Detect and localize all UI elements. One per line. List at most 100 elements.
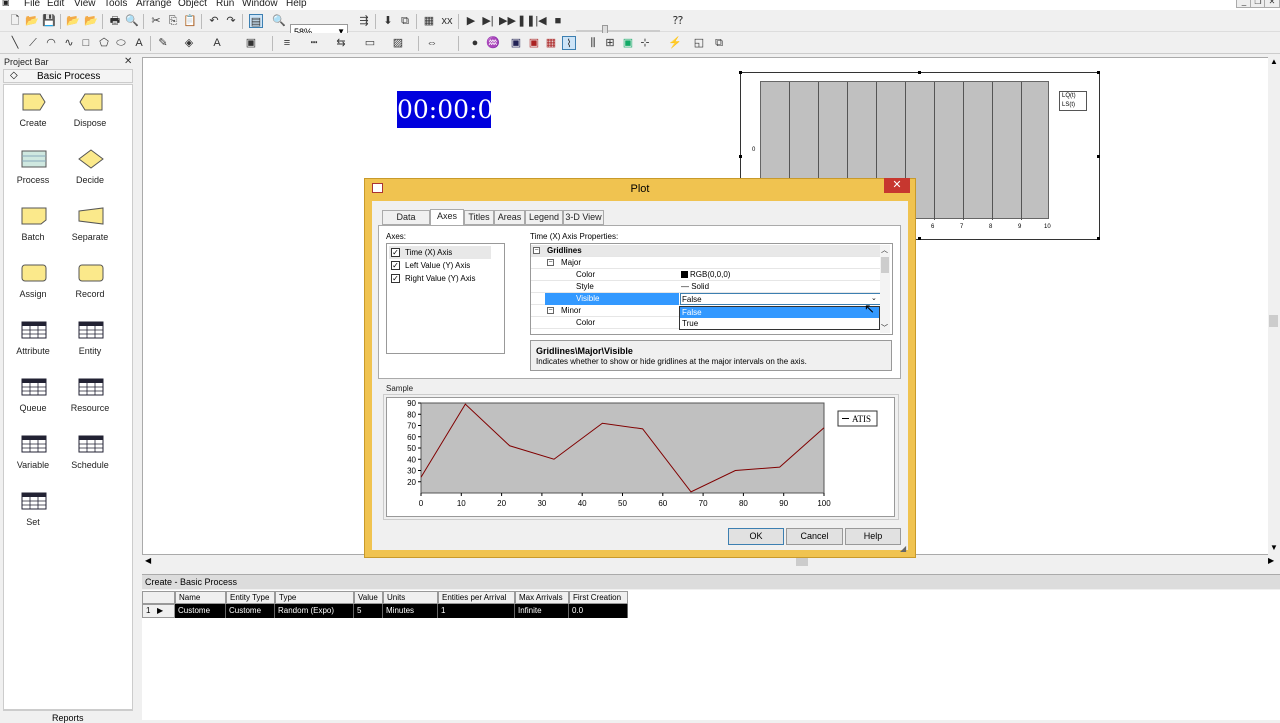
resource-icon[interactable]: ⊹ [638,36,652,50]
level-icon[interactable]: ⊞ [603,36,617,50]
cell-units[interactable]: Minutes [383,604,438,618]
ok-button[interactable]: OK [728,528,784,545]
dialog-close-button[interactable]: ✕ [884,178,910,193]
cell-name[interactable]: Custome [175,604,226,618]
close-icon[interactable]: ✕ [124,56,132,67]
tab-areas[interactable]: Areas [494,210,525,225]
text-color-icon[interactable]: A [210,36,224,50]
panel-header[interactable]: ◇ Basic Process [3,69,133,83]
pause-icon[interactable]: ❚❚ [517,14,535,28]
redo-icon[interactable]: ↷ [224,14,238,28]
arrow-style-icon[interactable]: ⇆ [334,36,348,50]
tab-legend[interactable]: Legend [525,210,563,225]
text-icon[interactable]: A [132,36,146,50]
module-assign[interactable]: Assign [5,259,61,311]
tab-3d-view[interactable]: 3-D View [563,210,604,225]
column-header[interactable]: Entities per Arrival [438,591,515,604]
module-record[interactable]: Record [62,259,118,311]
cancel-button[interactable]: Cancel [786,528,843,545]
named-views-icon[interactable]: ▦ [422,14,436,28]
line-style-icon[interactable]: ┅ [307,36,321,50]
menu-help[interactable]: Help [286,0,307,9]
lightning-icon[interactable]: ⚡ [668,36,682,50]
snap-icon[interactable]: ⇔ [425,36,439,50]
start-over-icon[interactable]: |◀ [534,14,548,28]
checkbox[interactable]: ✓ [391,274,400,283]
cell-value[interactable]: 5 [354,604,383,618]
scroll-down-icon[interactable]: ▼ [1270,543,1278,552]
image-icon[interactable]: ⧉ [712,36,726,50]
cell-type[interactable]: Random (Expo) [275,604,354,618]
module-variable[interactable]: Variable [5,430,61,482]
new-file-icon[interactable]: 🗋 [8,14,22,28]
column-header[interactable]: First Creation [569,591,628,604]
column-header[interactable]: Value [354,591,383,604]
module-schedule[interactable]: Schedule [62,430,118,482]
axes-list[interactable]: ✓ Time (X) Axis ✓ Left Value (Y) Axis ✓ Rig… [386,243,505,354]
undo-icon[interactable]: ↶ [207,14,221,28]
menu-view[interactable]: View [74,0,96,9]
print-preview-icon[interactable]: 🔍 [125,14,139,28]
checkbox[interactable]: ✓ [391,261,400,270]
box-icon[interactable]: □ [79,36,93,50]
end-icon[interactable]: ■ [551,14,565,28]
property-color[interactable]: Color RGB(0,0,0) [531,269,881,281]
tab-axes[interactable]: Axes [430,209,464,225]
tab-data-series[interactable]: Data Series [382,210,430,235]
cell-entities-per-arrival[interactable]: 1 [438,604,515,618]
close-app-button[interactable]: ✕ [1264,0,1280,8]
module-create[interactable]: Create [5,88,61,140]
axis-item-right-value[interactable]: ✓ Right Value (Y) Axis [389,272,491,285]
column-header[interactable]: Units [383,591,438,604]
queue-anim-icon[interactable]: ● [468,36,482,50]
check-model-icon[interactable]: xx [440,14,454,28]
checkbox[interactable]: ✓ [391,248,400,257]
fill-pattern-icon[interactable]: ▨ [391,36,405,50]
vertical-scrollbar[interactable]: ▲ ▼ [1268,57,1280,555]
storage-icon[interactable]: ♒ [486,36,500,50]
template-attach-icon[interactable]: 📂 [66,14,80,28]
module-batch[interactable]: Batch [5,202,61,254]
option-false[interactable]: False [680,307,879,318]
context-help-icon[interactable]: ⁇ [671,14,685,28]
visible-select[interactable]: False [680,293,881,305]
connect-icon[interactable]: ⇶ [357,14,371,28]
tab-titles[interactable]: Titles [464,210,494,225]
collapse-icon[interactable]: − [547,259,554,266]
collapse-icon[interactable]: − [533,247,540,254]
menu-run[interactable]: Run [216,0,234,9]
status-icon[interactable]: ◱ [692,36,706,50]
submodel-icon[interactable]: ⧉ [398,14,412,28]
paste-icon[interactable]: 📋 [183,14,197,28]
menu-window[interactable]: Window [242,0,278,9]
module-resource[interactable]: Resource [62,373,118,425]
menu-edit[interactable]: Edit [47,0,64,9]
open-icon[interactable]: 📂 [25,14,39,28]
line-pattern-icon[interactable]: ▭ [363,36,377,50]
histogram-icon[interactable]: ⫼ [586,36,600,50]
menu-file[interactable]: File [24,0,40,9]
module-decide[interactable]: Decide [62,145,118,197]
line-color-icon[interactable]: ✎ [156,36,170,50]
simulation-clock[interactable]: 00:00:00 [397,91,509,128]
line-icon[interactable]: ╲ [8,36,22,50]
module-attribute[interactable]: Attribute [5,316,61,368]
bezier-icon[interactable]: ∿ [62,36,76,50]
cut-icon[interactable]: ✂ [149,14,163,28]
module-process[interactable]: Process [5,145,61,197]
column-header[interactable]: Entity Type [226,591,275,604]
template-detach-icon[interactable]: 📂 [84,14,98,28]
column-header[interactable]: Type [275,591,354,604]
axis-item-time[interactable]: ✓ Time (X) Axis [389,246,491,259]
scroll-up-icon[interactable]: ▲ [1270,57,1278,66]
collapse-icon[interactable]: − [547,307,554,314]
clock-icon[interactable]: ▣ [509,36,523,50]
cell-first-creation[interactable]: 0.0 [569,604,628,618]
zoom-icon[interactable]: 🔍 [272,14,286,28]
category-major[interactable]: − Major [531,257,881,269]
reports-panel-header[interactable]: Reports [3,710,133,723]
variable-icon[interactable]: ▦ [544,36,558,50]
menu-object[interactable]: Object [178,0,207,9]
cell-max-arrivals[interactable]: Infinite [515,604,569,618]
fill-color-icon[interactable]: ◈ [182,36,196,50]
